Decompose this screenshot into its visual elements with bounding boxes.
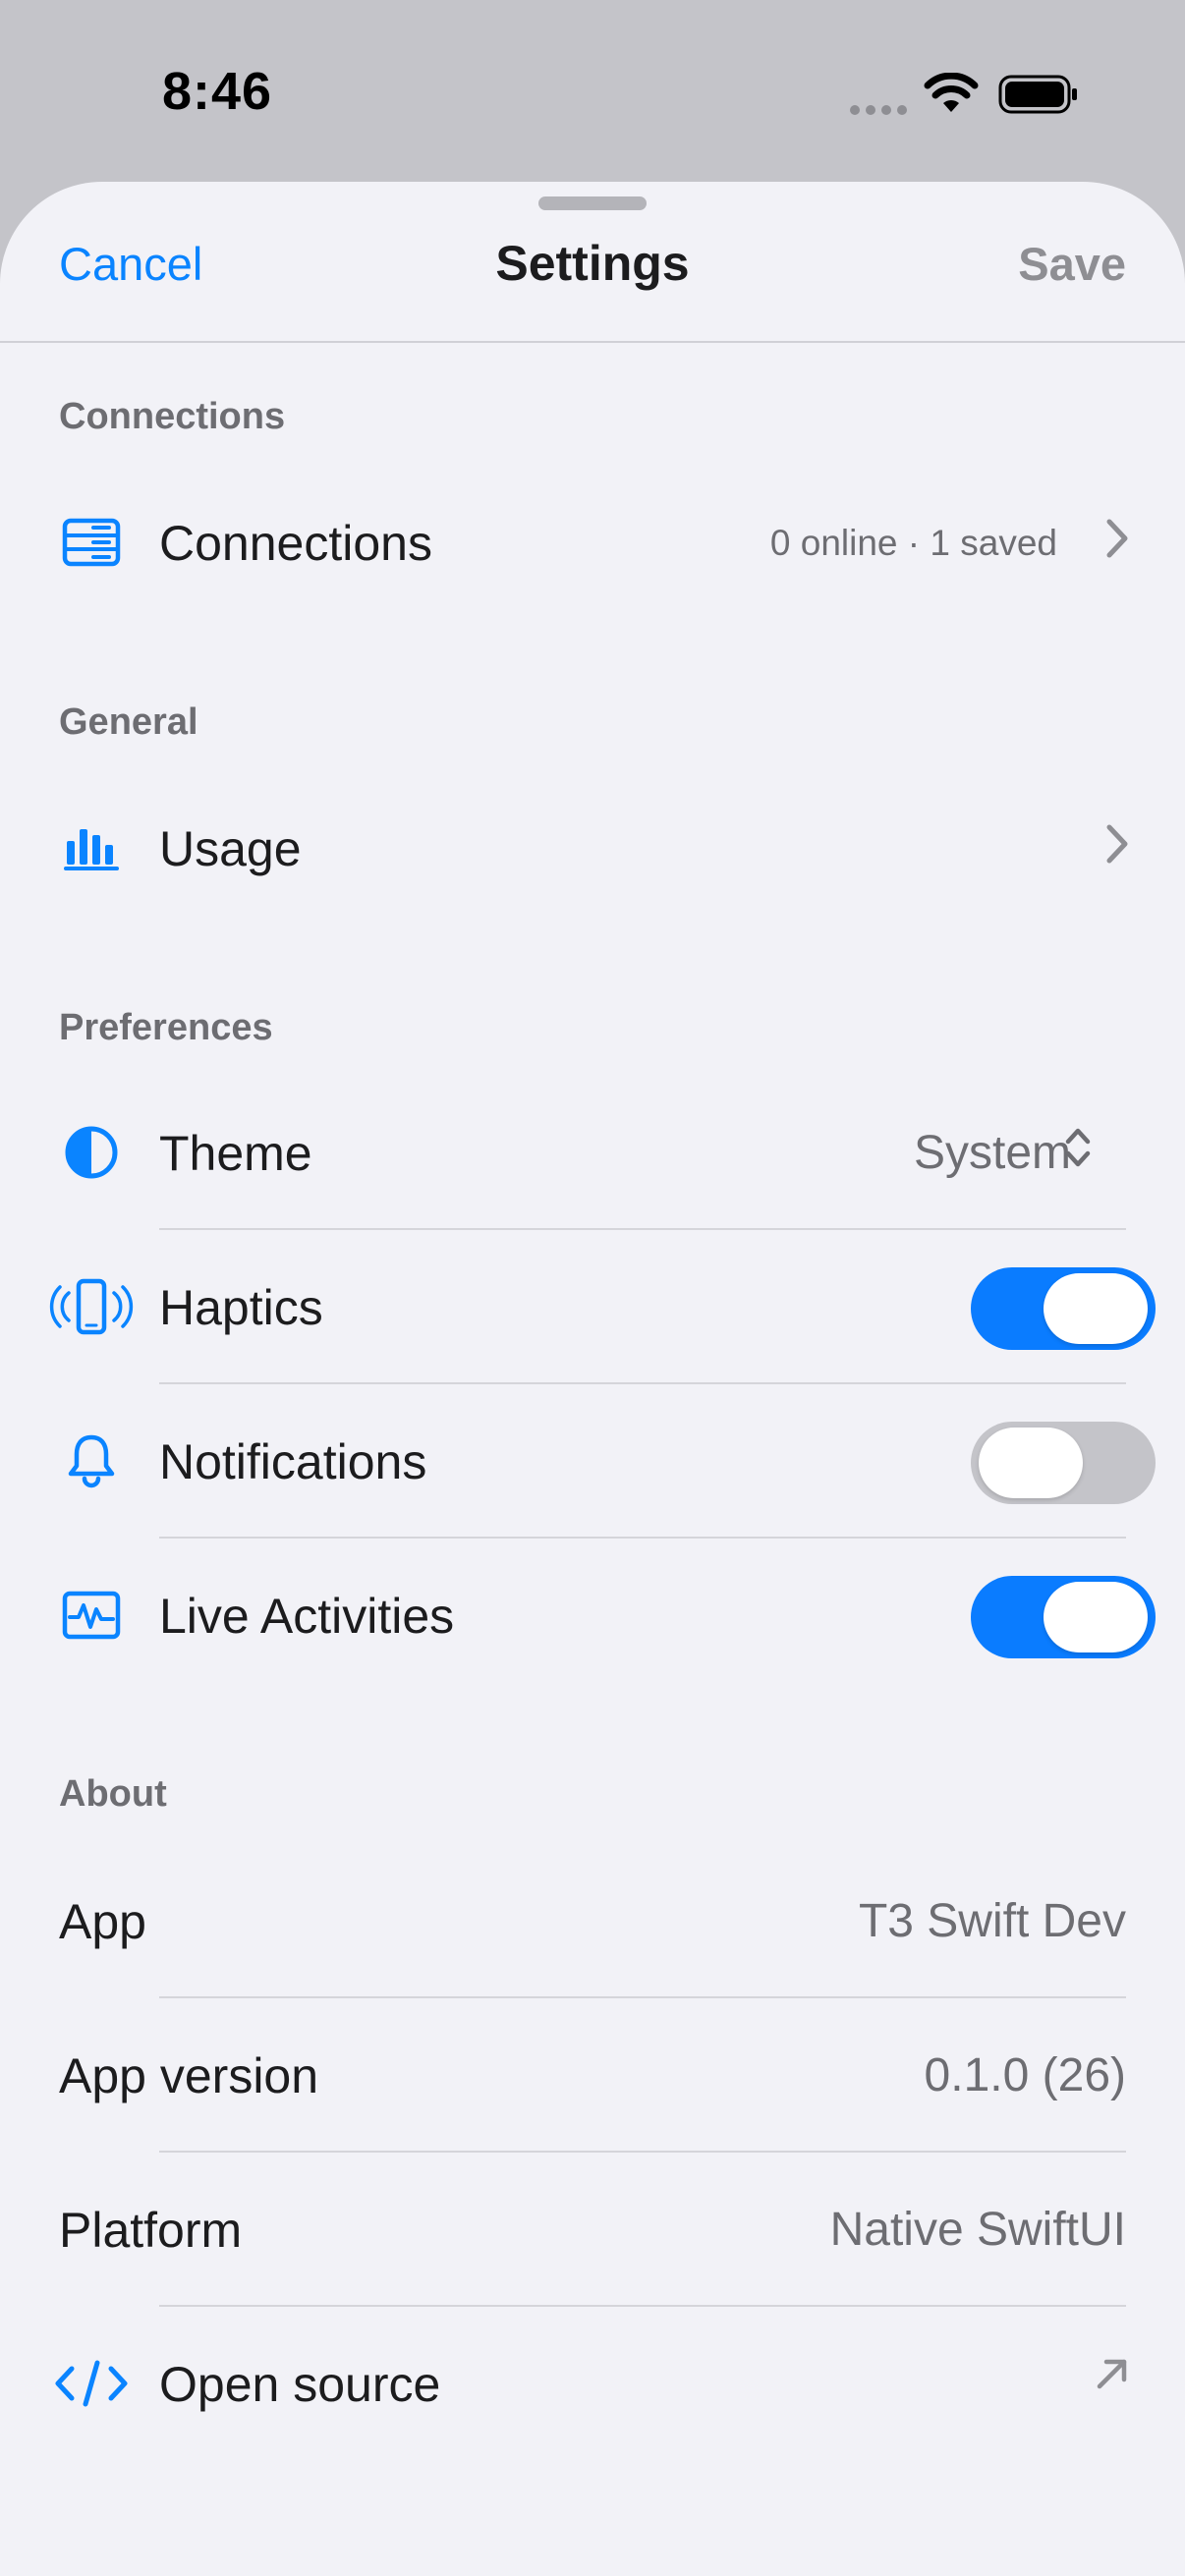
cellular-dots-icon bbox=[850, 105, 907, 115]
page-title: Settings bbox=[495, 236, 690, 291]
haptics-toggle[interactable] bbox=[971, 1267, 1156, 1350]
platform-value: Native SwiftUI bbox=[829, 2204, 1126, 2256]
section-header-about: About bbox=[59, 1773, 167, 1815]
haptics-label: Haptics bbox=[159, 1280, 323, 1335]
app-version-label: App version bbox=[59, 2048, 319, 2103]
app-version-value: 0.1.0 (26) bbox=[924, 2049, 1126, 2101]
live-activities-label: Live Activities bbox=[159, 1589, 455, 1644]
haptics-row: Haptics bbox=[0, 1230, 1185, 1384]
live-activities-toggle[interactable] bbox=[971, 1576, 1156, 1658]
code-icon bbox=[49, 2346, 134, 2421]
notifications-row: Notifications bbox=[0, 1384, 1185, 1539]
chevron-right-icon bbox=[1106, 824, 1128, 864]
open-source-row[interactable]: Open source bbox=[0, 2307, 1185, 2461]
app-label: App bbox=[59, 1894, 146, 1949]
platform-row: Platform Native SwiftUI bbox=[0, 2153, 1185, 2307]
nav-bar: Cancel Settings Save bbox=[0, 182, 1185, 343]
section-header-connections: Connections bbox=[59, 396, 286, 437]
wifi-icon bbox=[924, 73, 979, 112]
platform-label: Platform bbox=[59, 2203, 243, 2258]
open-source-label: Open source bbox=[159, 2357, 441, 2412]
theme-label: Theme bbox=[159, 1126, 312, 1181]
phone-vibrate-icon bbox=[49, 1269, 134, 1344]
status-bar: 8:46 bbox=[0, 0, 1185, 187]
contrast-icon bbox=[49, 1115, 134, 1190]
status-time: 8:46 bbox=[162, 62, 273, 121]
connections-row[interactable]: Connections 0 online · 1 saved bbox=[0, 466, 1185, 620]
section-header-preferences: Preferences bbox=[59, 1007, 273, 1048]
app-row: App T3 Swift Dev bbox=[0, 1844, 1185, 1998]
theme-value: System bbox=[913, 1127, 1071, 1179]
theme-row[interactable]: Theme System bbox=[0, 1076, 1185, 1230]
connections-status: 0 online · 1 saved bbox=[769, 523, 1057, 563]
bell-icon bbox=[49, 1424, 134, 1498]
notifications-toggle[interactable] bbox=[971, 1422, 1156, 1504]
chevron-right-icon bbox=[1106, 519, 1128, 558]
section-header-general: General bbox=[59, 701, 198, 743]
usage-label: Usage bbox=[159, 821, 302, 876]
notifications-label: Notifications bbox=[159, 1434, 427, 1489]
chevron-up-down-icon bbox=[1065, 1128, 1091, 1167]
server-icon bbox=[49, 505, 134, 580]
app-version-row: App version 0.1.0 (26) bbox=[0, 1998, 1185, 2153]
waveform-icon bbox=[49, 1578, 134, 1652]
settings-sheet: Cancel Settings Save Connections Connect… bbox=[0, 182, 1185, 2576]
save-button[interactable]: Save bbox=[1018, 237, 1126, 291]
external-link-arrow-icon bbox=[1097, 2359, 1127, 2389]
connections-label: Connections bbox=[159, 516, 432, 571]
app-value: T3 Swift Dev bbox=[858, 1895, 1126, 1947]
chart-bar-icon bbox=[49, 811, 134, 885]
live-activities-row: Live Activities bbox=[0, 1539, 1185, 1693]
battery-icon bbox=[998, 75, 1077, 114]
usage-row[interactable]: Usage bbox=[0, 771, 1185, 925]
